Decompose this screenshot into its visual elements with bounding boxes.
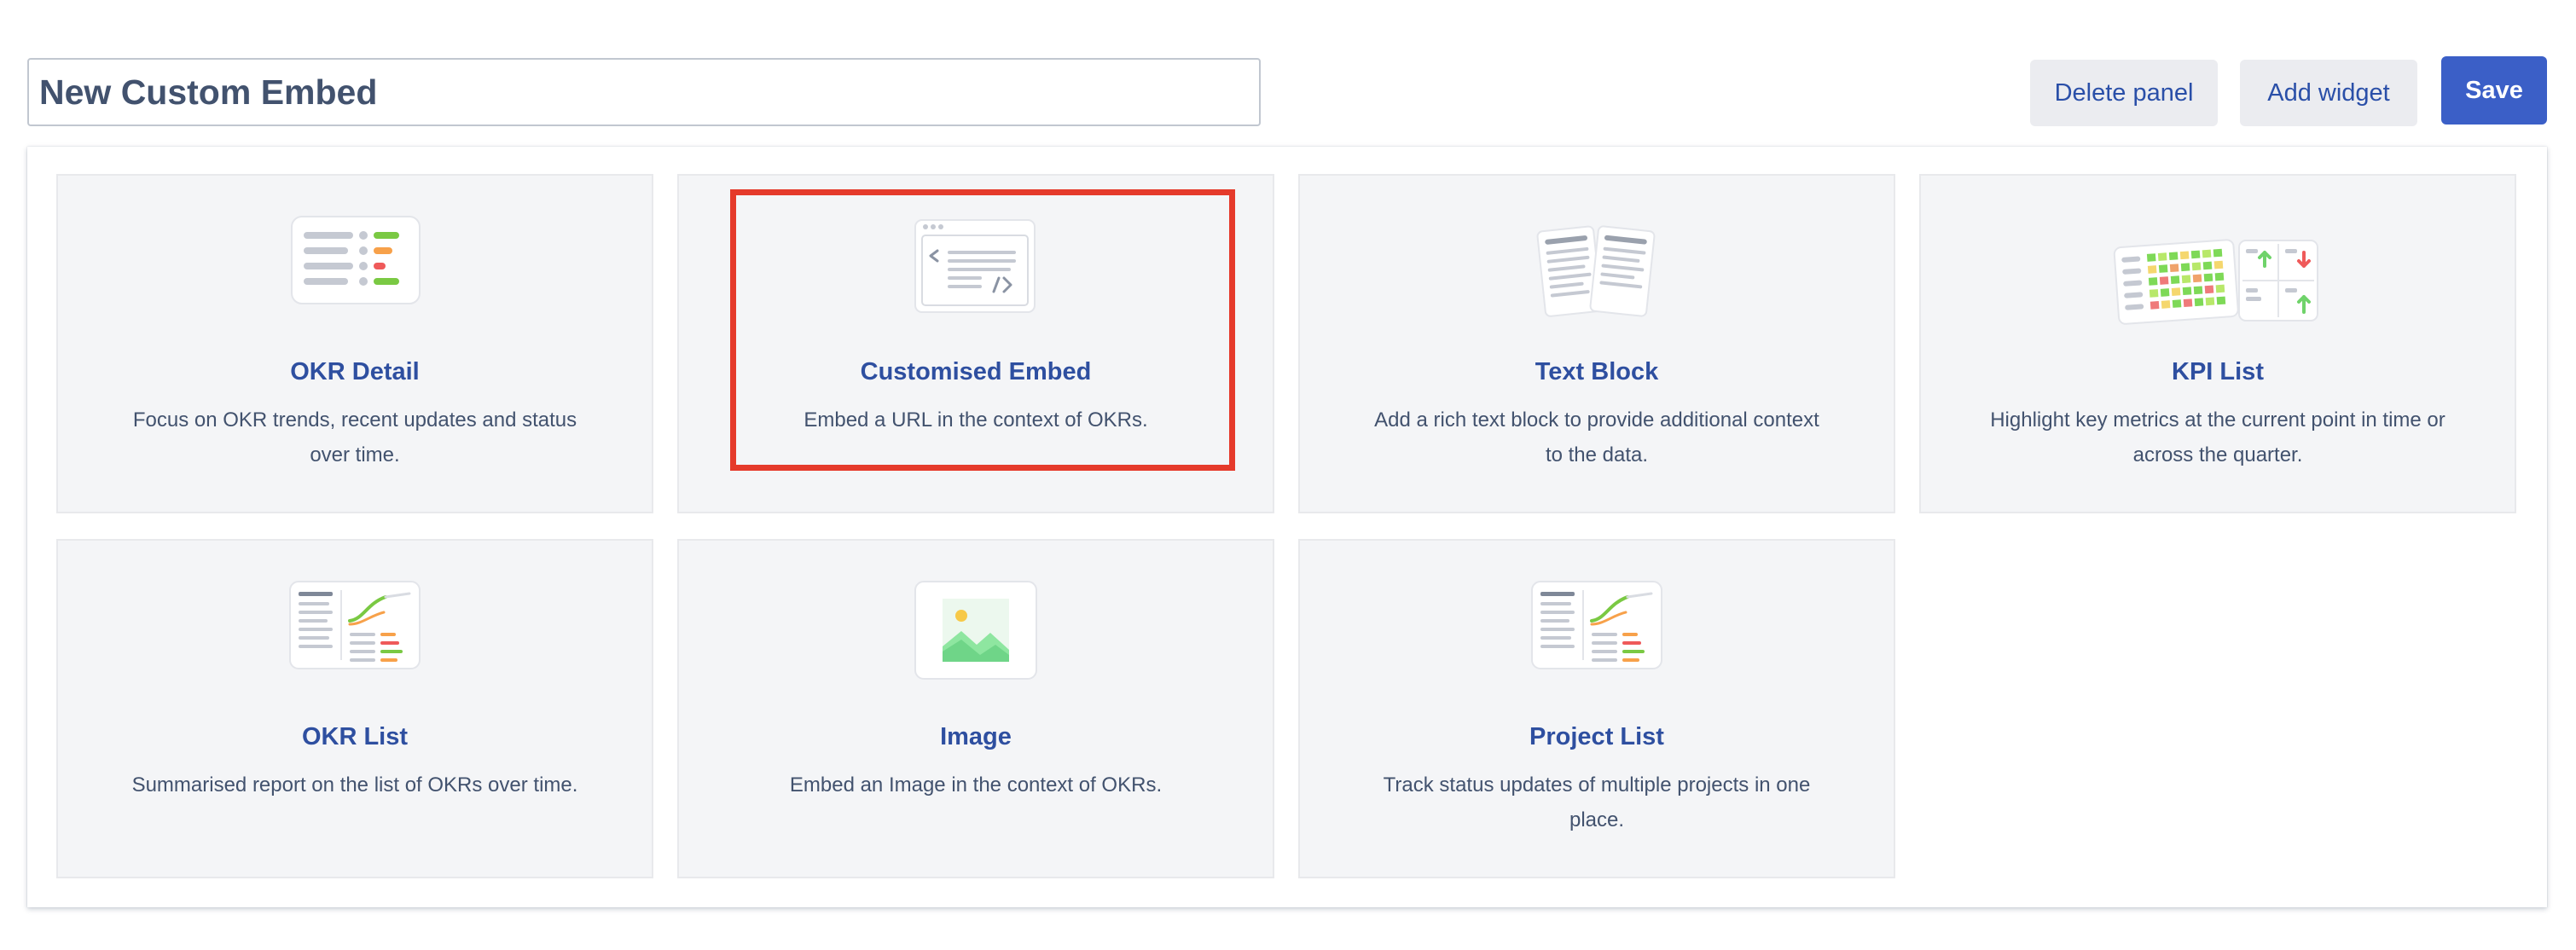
widget-description: Track status updates of multiple project… <box>1383 773 1811 831</box>
widget-title: Image <box>940 723 1012 750</box>
document-icon <box>1536 225 1656 317</box>
okr-list-icon <box>289 581 421 669</box>
widget-description: Add a rich text block to provide additio… <box>1374 408 1819 466</box>
widget-card-kpi-list[interactable]: KPI List Highlight key metrics at the cu… <box>1919 174 2516 513</box>
widget-description: Focus on OKR trends, recent updates and … <box>132 408 577 466</box>
widget-card-customised-embed[interactable]: Customised Embed Embed a URL in the cont… <box>677 174 1274 513</box>
widget-description: Highlight key metrics at the current poi… <box>1990 408 2445 466</box>
widget-title: Customised Embed <box>860 358 1092 385</box>
widget-card-okr-detail[interactable]: OKR Detail Focus on OKR trends, recent u… <box>56 174 653 513</box>
widget-title: KPI List <box>2172 358 2264 385</box>
widget-title: Project List <box>1529 723 1664 750</box>
project-list-icon <box>1531 581 1662 669</box>
okr-detail-icon <box>291 216 421 304</box>
widget-card-project-list[interactable]: Project List Track status updates of mul… <box>1298 539 1895 878</box>
delete-panel-button[interactable]: Delete panel <box>2030 60 2218 126</box>
widget-title: Text Block <box>1535 358 1659 385</box>
widget-card-text-block[interactable]: Text Block Add a rich text block to prov… <box>1298 174 1895 513</box>
save-button[interactable]: Save <box>2441 56 2547 125</box>
kpi-heatmap-icon <box>2113 239 2318 325</box>
widget-description: Summarised report on the list of OKRs ov… <box>131 773 578 796</box>
code-embed-icon <box>914 219 1036 313</box>
widget-card-image[interactable]: Image Embed an Image in the context of O… <box>677 539 1274 878</box>
image-icon <box>914 581 1037 680</box>
widget-title: OKR Detail <box>290 358 420 385</box>
widget-description: Embed an Image in the context of OKRs. <box>789 773 1163 796</box>
widget-title: OKR List <box>301 723 409 750</box>
widget-description: Embed a URL in the context of OKRs. <box>804 408 1148 432</box>
widget-card-okr-list[interactable]: OKR List Summarised report on the list o… <box>56 539 653 878</box>
panel-title-input[interactable] <box>27 58 1261 126</box>
add-widget-button[interactable]: Add widget <box>2240 60 2417 126</box>
